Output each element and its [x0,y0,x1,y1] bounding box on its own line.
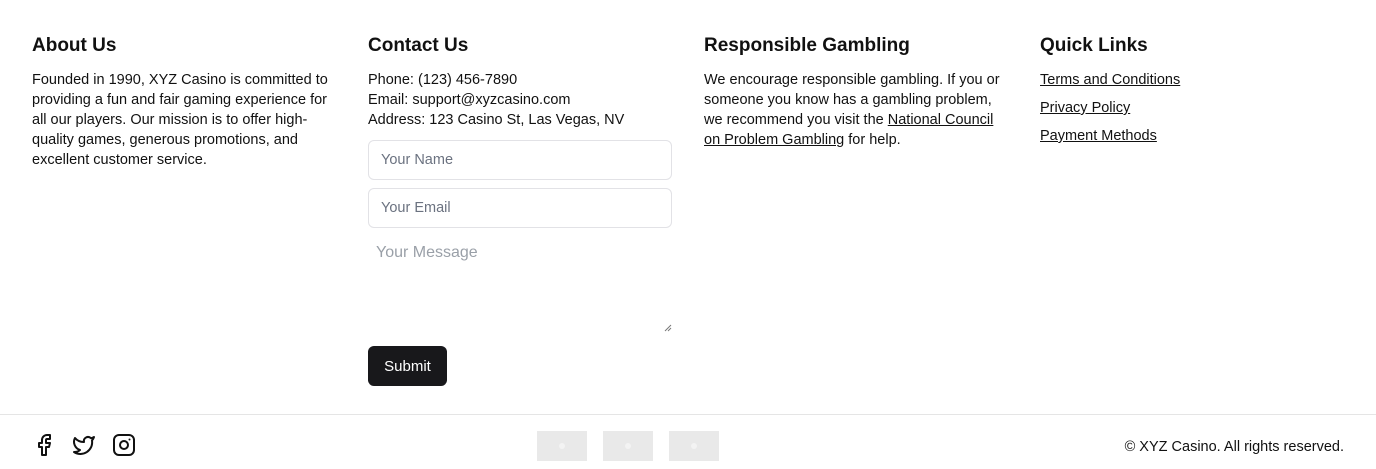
copyright-text: © XYZ Casino. All rights reserved. [1124,439,1344,455]
quick-links-title: Quick Links [1040,35,1148,56]
twitter-icon[interactable] [72,433,96,457]
terms-link[interactable]: Terms and Conditions [1040,70,1344,90]
contact-title: Contact Us [368,35,469,56]
social-links [32,433,136,457]
message-placeholder: Your Message [376,244,478,261]
responsible-text-after: for help. [844,132,901,148]
payment-icon [669,431,719,461]
footer-bottom: © XYZ Casino. All rights reserved. [0,415,1376,469]
resize-grip-icon[interactable] [664,324,672,332]
about-title: About Us [32,35,117,56]
footer-columns: About Us Founded in 1990, XYZ Casino is … [32,35,1344,386]
contact-address: Address: 123 Casino St, Las Vegas, NV [368,112,625,128]
contact-email: Email: support@xyzcasino.com [368,92,571,108]
submit-button[interactable]: Submit [368,346,447,386]
payment-icon [603,431,653,461]
payment-icon [537,431,587,461]
responsible-text: We encourage responsible gambling. If yo… [704,70,1008,150]
payment-methods-link[interactable]: Payment Methods [1040,126,1344,146]
responsible-title: Responsible Gambling [704,35,910,56]
quick-links-section: Quick Links Terms and Conditions Privacy… [1040,35,1344,386]
contact-details: Phone: (123) 456-7890 Email: support@xyz… [368,70,672,130]
about-text: Founded in 1990, XYZ Casino is committed… [32,72,328,168]
name-input[interactable]: Your Name [368,140,672,180]
instagram-icon[interactable] [112,433,136,457]
responsible-section: Responsible Gambling We encourage respon… [704,35,1008,386]
about-section: About Us Founded in 1990, XYZ Casino is … [32,35,336,386]
payment-icons [537,431,719,461]
privacy-link[interactable]: Privacy Policy [1040,98,1344,118]
email-input[interactable]: Your Email [368,188,672,228]
facebook-icon[interactable] [32,433,56,457]
message-textarea[interactable]: Your Message [368,236,672,332]
contact-section: Contact Us Phone: (123) 456-7890 Email: … [368,35,672,386]
contact-phone: Phone: (123) 456-7890 [368,72,518,88]
